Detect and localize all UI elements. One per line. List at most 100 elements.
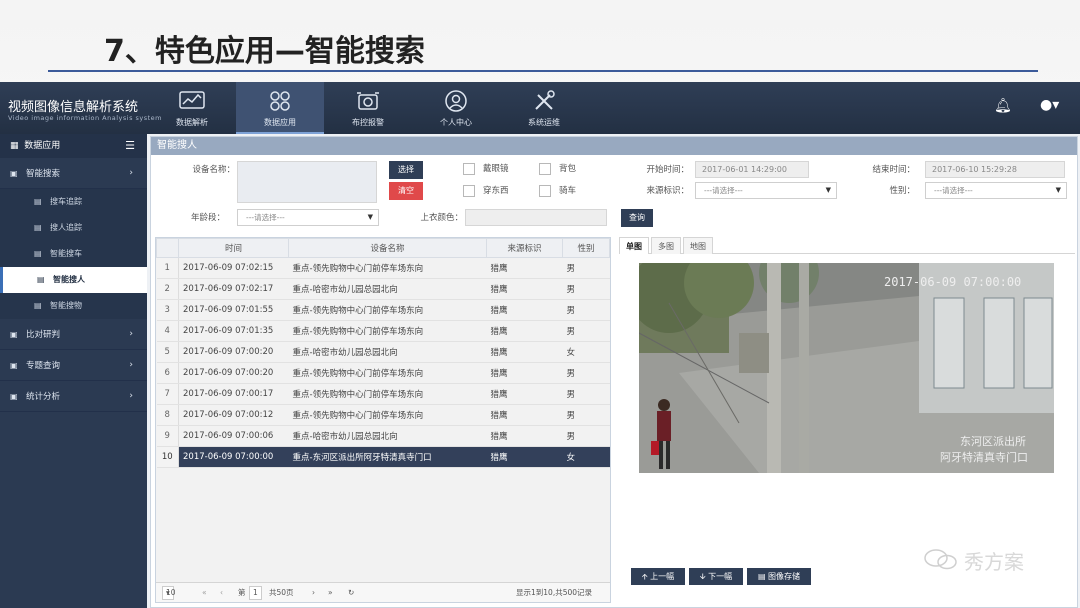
nav-alarm[interactable]: 布控报警: [324, 82, 412, 134]
row-time: 2017-06-09 07:00:20: [178, 362, 289, 384]
col-device[interactable]: 设备名称: [288, 238, 487, 258]
hamburger-icon[interactable]: ☰: [125, 134, 135, 158]
table-row[interactable]: 4 2017-06-09 07:01:35 重点-领先购物中心门前停车场东向 猎鹰男: [156, 320, 610, 342]
checkbox-box[interactable]: [463, 184, 475, 197]
select-device-button[interactable]: 选择: [389, 161, 423, 179]
table-row[interactable]: 8 2017-06-09 07:00:12 重点-领先购物中心门前停车场东向 猎鹰男: [156, 404, 610, 426]
tab-multi-image[interactable]: 多图: [651, 237, 681, 254]
row-time: 2017-06-09 07:00:20: [178, 341, 289, 363]
table-row[interactable]: 7 2017-06-09 07:00:17 重点-领先购物中心门前停车场东向 猎鹰男: [156, 383, 610, 405]
refresh-icon[interactable]: ↻: [348, 583, 354, 603]
checkbox-wear[interactable]: 穿东西: [463, 184, 509, 197]
user-circle-icon: [445, 90, 467, 112]
checkbox-glasses[interactable]: 戴眼镜: [463, 162, 509, 175]
table-row[interactable]: 2 2017-06-09 07:02:17 重点-哈密市幼儿园总园北向 猎鹰男: [156, 278, 610, 300]
sidebar-sub-person-track[interactable]: ▤ 搜人追踪: [0, 215, 147, 241]
nav-data-analysis[interactable]: 数据解析: [148, 82, 236, 134]
row-index: 4: [156, 320, 179, 342]
sidebar-item-topic-query[interactable]: ▣ 专题查询 ›: [0, 350, 147, 381]
next-image-button[interactable]: 🡫 下一幅: [689, 568, 743, 585]
page-size-value: 10: [166, 588, 176, 597]
sidebar-sub-label: 智能搜车: [50, 249, 82, 258]
row-device: 重点-领先购物中心门前停车场东向: [288, 299, 487, 321]
picture-icon: ▤: [34, 223, 42, 232]
row-gender: 男: [562, 383, 610, 405]
sidebar-sub-smart-person[interactable]: ▤ 智能搜人: [0, 267, 147, 293]
sidebar-item-label: 专题查询: [26, 361, 61, 371]
col-source[interactable]: 来源标识: [486, 238, 563, 258]
row-source: 猎鹰: [486, 299, 563, 321]
nav-personal-center[interactable]: 个人中心: [412, 82, 500, 134]
row-source: 猎鹰: [486, 446, 563, 468]
checkbox-box[interactable]: [463, 162, 475, 175]
page-size-select[interactable]: 10 ▾: [162, 586, 176, 600]
checkbox-bike[interactable]: 骑车: [539, 184, 576, 197]
age-select[interactable]: ---请选择--- ▼: [237, 209, 379, 226]
source-select[interactable]: ---请选择--- ▼: [695, 182, 837, 199]
start-time-input[interactable]: 2017-06-01 14:29:00: [695, 161, 809, 178]
table-row[interactable]: 6 2017-06-09 07:00:20 重点-领先购物中心门前停车场东向 猎鹰男: [156, 362, 610, 384]
row-device: 重点-东河区派出所阿牙特清真寺门口: [288, 446, 487, 468]
checkbox-box[interactable]: [539, 162, 551, 175]
chart-icon: [179, 91, 205, 109]
row-gender: 女: [562, 446, 610, 468]
save-image-button[interactable]: ▤ 图像存储: [747, 568, 811, 585]
row-gender: 女: [562, 341, 610, 363]
col-gender[interactable]: 性别: [562, 238, 610, 258]
total-pages: 共50页: [269, 588, 294, 597]
sidebar-sub-label: 搜车追踪: [50, 197, 82, 206]
arrow-down-icon: 🡫: [699, 572, 706, 581]
table-row[interactable]: 3 2017-06-09 07:01:55 重点-领先购物中心门前停车场东向 猎鹰男: [156, 299, 610, 321]
sidebar-sub-smart-object[interactable]: ▤ 智能搜物: [0, 293, 147, 319]
nav-label: 数据解析: [176, 118, 208, 127]
end-time-input[interactable]: 2017-06-10 15:29:28: [925, 161, 1065, 178]
table-row[interactable]: 5 2017-06-09 07:00:20 重点-哈密市幼儿园总园北向 猎鹰女: [156, 341, 610, 363]
bell-icon[interactable]: 🔔︎: [994, 98, 1012, 114]
next-page-icon[interactable]: ›: [312, 583, 315, 603]
row-time: 2017-06-09 07:00:12: [178, 404, 289, 426]
prev-image-button[interactable]: 🡩 上一幅: [631, 568, 685, 585]
checkbox-backpack[interactable]: 背包: [539, 162, 576, 175]
row-gender: 男: [562, 299, 610, 321]
prev-page-icon[interactable]: ‹: [220, 583, 223, 603]
image-save-icon: ▤: [757, 572, 766, 581]
row-index: 10: [156, 446, 179, 468]
tab-single-image[interactable]: 单图: [619, 237, 649, 254]
table-row[interactable]: 9 2017-06-09 07:00:06 重点-哈密市幼儿园总园北向 猎鹰男: [156, 425, 610, 447]
sidebar-sub-vehicle-track[interactable]: ▤ 搜车追踪: [0, 189, 147, 215]
sidebar-item-compare[interactable]: ▣ 比对研判 ›: [0, 319, 147, 350]
table-row[interactable]: 1 2017-06-09 07:02:15 重点-领先购物中心门前停车场东向 猎鹰男: [156, 257, 610, 279]
row-index: 3: [156, 299, 179, 321]
apps-icon: ▦: [10, 141, 19, 151]
clear-button[interactable]: 清空: [389, 182, 423, 200]
tab-map[interactable]: 地图: [683, 237, 713, 254]
last-page-icon[interactable]: »: [328, 583, 333, 603]
results-table: 时间 设备名称 来源标识 性别 1 2017-06-09 07:02:15 重点-领…: [155, 237, 611, 603]
row-device: 重点-哈密市幼儿园总园北向: [288, 341, 487, 363]
row-source: 猎鹰: [486, 404, 563, 426]
sidebar-item-smart-search[interactable]: ▣ 智能搜索 ›: [0, 158, 147, 189]
row-source: 猎鹰: [486, 383, 563, 405]
page-input[interactable]: 1: [249, 586, 262, 600]
query-button[interactable]: 查询: [621, 209, 653, 227]
sidebar-item-statistics[interactable]: ▣ 统计分析 ›: [0, 381, 147, 412]
first-page-icon[interactable]: «: [202, 583, 207, 603]
row-device: 重点-哈密市幼儿园总园北向: [288, 278, 487, 300]
gender-select[interactable]: ---请选择--- ▼: [925, 182, 1067, 199]
user-menu-icon[interactable]: ●▾: [1040, 97, 1059, 113]
top-color-field[interactable]: [465, 209, 607, 226]
nav-data-application[interactable]: 数据应用: [236, 82, 324, 134]
chevron-right-icon: ›: [129, 329, 133, 339]
save-image-label: 图像存储: [768, 572, 801, 581]
col-time[interactable]: 时间: [178, 238, 289, 258]
table-row[interactable]: 10 2017-06-09 07:00:00 重点-东河区派出所阿牙特清真寺门口 猎鹰…: [156, 446, 610, 468]
checkbox-box[interactable]: [539, 184, 551, 197]
age-label: 年龄段：: [190, 213, 225, 223]
row-index: 1: [156, 257, 179, 279]
row-device: 重点-领先购物中心门前停车场东向: [288, 383, 487, 405]
nav-system-maintenance[interactable]: 系统运维: [500, 82, 588, 134]
sidebar-sub-smart-vehicle[interactable]: ▤ 智能搜车: [0, 241, 147, 267]
grid-icon: [270, 91, 290, 111]
device-name-field[interactable]: [237, 161, 377, 203]
page-summary: 显示1到10,共500记录: [516, 588, 593, 597]
